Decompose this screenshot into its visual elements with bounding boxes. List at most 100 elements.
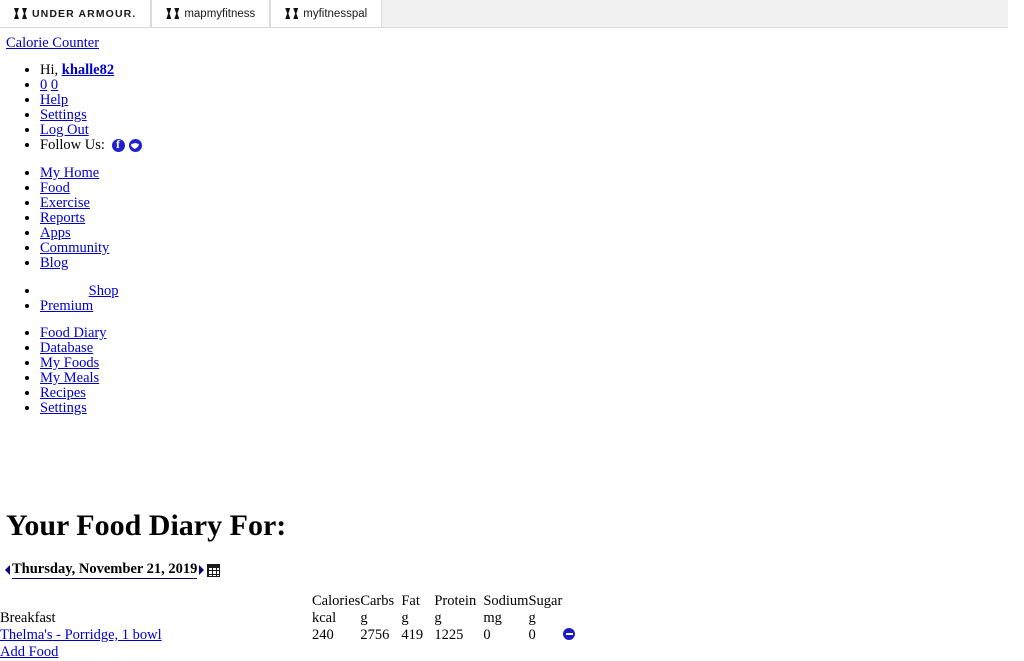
- greeting-prefix: Hi,: [40, 62, 59, 78]
- page-title: Your Food Diary For:: [6, 509, 287, 542]
- current-date-label[interactable]: Thursday, November 21, 2019: [12, 561, 198, 579]
- brand-tab-label: UNDER ARMOUR.: [32, 7, 137, 20]
- user-greeting-item: Hi, khalle82: [40, 63, 1024, 78]
- table-row: Thelma's - Porridge, 1 bowl 240 2756 419…: [0, 627, 593, 644]
- help-item: Help: [40, 93, 1024, 108]
- help-link[interactable]: Help: [40, 92, 68, 108]
- col-header-sodium: Sodium: [483, 593, 529, 609]
- cell-carbs-b: 56: [374, 627, 390, 643]
- col-header-carbs: Carbs: [360, 593, 395, 609]
- brand-tab-bar: UNDER ARMOUR. mapmyfitness myfitnesspal: [0, 0, 1008, 28]
- brand-tab-label: myfitnesspal: [303, 7, 368, 20]
- add-food-spacer-act: [563, 644, 593, 661]
- brand-tab-myfitnesspal[interactable]: myfitnesspal: [270, 0, 383, 27]
- twitter-icon[interactable]: [128, 139, 142, 152]
- subnav-link-settings[interactable]: Settings: [40, 400, 87, 416]
- food-diary-table: Calories Carbs Fat Protein Sodium Sugar …: [0, 593, 593, 661]
- sub-nav-list: Food Diary Database My Foods My Meals Re…: [0, 326, 1024, 416]
- cell-calories: 240: [312, 627, 334, 643]
- col-header-calories: Calories: [312, 593, 361, 609]
- date-navigator: Thursday, November 21, 2019: [5, 561, 1024, 579]
- cell-actions: [563, 627, 593, 644]
- follow-us-item: Follow Us:: [40, 137, 1024, 153]
- follow-us-label: Follow Us:: [40, 137, 105, 153]
- col-header-actions: [563, 593, 593, 610]
- next-day-arrow-icon[interactable]: [199, 565, 205, 575]
- remove-entry-icon[interactable]: [563, 628, 576, 640]
- nav-item-exercise: Exercise: [40, 196, 1024, 211]
- logout-link[interactable]: Log Out: [40, 122, 89, 138]
- logout-item: Log Out: [40, 123, 1024, 138]
- food-entry-cell: Thelma's - Porridge, 1 bowl: [0, 627, 312, 644]
- add-food-row: Add Food: [0, 644, 593, 661]
- subnav-item-settings: Settings: [40, 401, 1024, 416]
- nav-link-blog[interactable]: Blog: [40, 255, 68, 271]
- calendar-icon[interactable]: [207, 563, 221, 577]
- nav-item-community: Community: [40, 241, 1024, 256]
- unit-protein: g: [434, 610, 442, 626]
- diary-heading-wrap: Your Food Diary For: Thursday, November …: [0, 511, 1024, 579]
- notifications-count-link[interactable]: 0: [51, 77, 58, 93]
- add-food-spacer-carb: [360, 644, 401, 661]
- subnav-item-my-foods: My Foods: [40, 356, 1024, 371]
- subnav-link-my-meals[interactable]: My Meals: [40, 370, 99, 386]
- social-icons-group: [111, 137, 142, 152]
- brand-tab-mapmyfitness[interactable]: mapmyfitness: [151, 0, 271, 27]
- nav-item-food: Food: [40, 181, 1024, 196]
- site-home-link-row: Calorie Counter: [6, 35, 1024, 52]
- food-entry-link[interactable]: Thelma's - Porridge, 1 bowl: [0, 627, 162, 643]
- add-food-spacer-fat: [401, 644, 434, 661]
- col-header-sugar: Sugar: [528, 593, 563, 609]
- table-header-row: Calories Carbs Fat Protein Sodium Sugar: [0, 593, 593, 610]
- prev-day-arrow-icon[interactable]: [5, 565, 10, 575]
- cell-protein-b: 25: [448, 627, 464, 643]
- subnav-link-database[interactable]: Database: [40, 340, 93, 356]
- settings-link[interactable]: Settings: [40, 107, 87, 123]
- nav-link-exercise[interactable]: Exercise: [40, 195, 90, 211]
- nav-item-premium: Premium: [40, 299, 1024, 314]
- subnav-item-my-meals: My Meals: [40, 371, 1024, 386]
- unit-sodium: mg: [483, 610, 502, 626]
- under-armour-logo-icon: [14, 8, 27, 19]
- subnav-item-recipes: Recipes: [40, 386, 1024, 401]
- nav-item-blog: Blog: [40, 256, 1024, 271]
- facebook-icon[interactable]: [111, 137, 125, 152]
- nav-link-shop[interactable]: Shop: [89, 283, 119, 299]
- subnav-link-my-foods[interactable]: My Foods: [40, 355, 99, 371]
- subnav-link-recipes[interactable]: Recipes: [40, 385, 86, 401]
- nav-link-community[interactable]: Community: [40, 240, 109, 256]
- add-food-link[interactable]: Add Food: [0, 644, 58, 660]
- nav-link-food[interactable]: Food: [40, 180, 70, 196]
- unit-calories: kcal: [312, 610, 337, 626]
- subnav-item-database: Database: [40, 341, 1024, 356]
- messages-count-link[interactable]: 0: [40, 77, 47, 93]
- nav-link-apps[interactable]: Apps: [40, 225, 71, 241]
- cell-carbs-a: 27: [360, 627, 375, 643]
- brand-tab-under-armour[interactable]: UNDER ARMOUR.: [0, 0, 152, 27]
- username-link[interactable]: khalle82: [62, 62, 114, 78]
- calorie-counter-link[interactable]: Calorie Counter: [6, 35, 99, 51]
- user-menu-list: Hi, khalle82 0 0 Help Settings Log Out F…: [0, 63, 1024, 153]
- nav-link-my-home[interactable]: My Home: [40, 165, 99, 181]
- nav-item-reports: Reports: [40, 211, 1024, 226]
- cell-protein-a: 12: [434, 627, 449, 643]
- cell-sodium: 0: [483, 627, 491, 643]
- subnav-link-food-diary[interactable]: Food Diary: [40, 325, 106, 341]
- nav-item-apps: Apps: [40, 226, 1024, 241]
- col-header-protein: Protein: [434, 593, 477, 609]
- add-food-spacer-prot: [434, 644, 483, 661]
- counts-item: 0 0: [40, 78, 1024, 93]
- cell-carbs: 2756: [360, 627, 401, 644]
- col-header-food: [0, 593, 312, 610]
- nav-item-shop: Shop: [40, 284, 1024, 299]
- shop-nav-list: Shop Premium: [0, 284, 1024, 314]
- nav-link-premium[interactable]: Premium: [40, 298, 93, 314]
- add-food-cell: Add Food: [0, 644, 312, 661]
- page-body: Calorie Counter Hi, khalle82 0 0 Help Se…: [0, 35, 1024, 661]
- subnav-item-food-diary: Food Diary: [40, 326, 1024, 341]
- unit-actions: [563, 610, 593, 627]
- under-armour-logo-icon: [166, 8, 179, 19]
- nav-link-reports[interactable]: Reports: [40, 210, 85, 226]
- brand-bar-filler: [382, 0, 1008, 27]
- cell-sugar: 0: [528, 627, 536, 643]
